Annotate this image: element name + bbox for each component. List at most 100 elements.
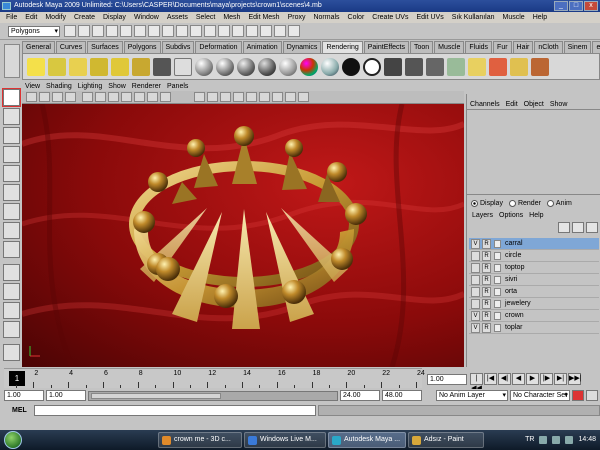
layer-visibility-toggle[interactable]: V xyxy=(471,239,480,249)
two-pane-layout-icon[interactable] xyxy=(3,302,20,319)
go-to-end-button[interactable]: ▶▶| xyxy=(568,373,582,385)
layer-visibility-toggle[interactable]: V xyxy=(471,311,480,321)
vp-menu-view[interactable]: View xyxy=(22,82,43,91)
time-slider[interactable]: 1 2 4 6 8 10 12 14 16 18 20 22 24 xyxy=(4,368,425,388)
menu-create-uvs[interactable]: Create UVs xyxy=(368,12,412,23)
field-chart-icon[interactable] xyxy=(134,92,145,102)
layer-reference-toggle[interactable]: R xyxy=(482,239,491,249)
play-backwards-button[interactable]: ◀ xyxy=(512,373,525,385)
layer-visibility-toggle[interactable] xyxy=(471,275,480,285)
safe-title-icon[interactable] xyxy=(160,92,171,102)
character-set-select[interactable]: No Character Set xyxy=(510,390,570,401)
menu-proxy[interactable]: Proxy xyxy=(284,12,310,23)
layer-color-swatch[interactable] xyxy=(494,264,501,272)
rotate-tool-icon[interactable] xyxy=(3,165,20,182)
layer-reference-toggle[interactable]: R xyxy=(482,323,491,333)
volume-icon[interactable] xyxy=(552,436,561,444)
current-frame-marker[interactable]: 1 xyxy=(9,371,25,386)
layer-visibility-toggle[interactable] xyxy=(471,287,480,297)
render-settings-icon[interactable] xyxy=(260,25,272,37)
select-object-icon[interactable] xyxy=(120,25,132,37)
isolate-select-icon[interactable] xyxy=(298,92,309,102)
move-layer-icon[interactable] xyxy=(586,222,598,233)
layer-row[interactable]: V R carral xyxy=(469,238,599,250)
image-plane-icon[interactable] xyxy=(65,92,76,102)
taskbar-item[interactable]: Windows Live M... xyxy=(244,432,326,448)
batch-render-icon[interactable] xyxy=(426,58,444,76)
step-forward-key-button[interactable]: |▶ xyxy=(540,373,553,385)
start-button[interactable] xyxy=(4,431,22,449)
menu-color[interactable]: Color xyxy=(344,12,369,23)
tab-fluids[interactable]: Fluids xyxy=(465,41,493,53)
animation-end-field[interactable]: 48.00 xyxy=(382,390,422,401)
close-button[interactable]: x xyxy=(584,1,598,11)
maximize-button[interactable]: □ xyxy=(569,1,583,11)
command-input[interactable] xyxy=(34,405,316,416)
menu-normals[interactable]: Normals xyxy=(309,12,343,23)
gate-mask-icon[interactable] xyxy=(121,92,132,102)
tab-surfaces[interactable]: Surfaces xyxy=(87,41,123,53)
layer-row[interactable]: R orta xyxy=(469,286,599,298)
lambert-shader-icon[interactable] xyxy=(195,58,213,76)
layer-color-swatch[interactable] xyxy=(494,312,501,320)
layer-visibility-toggle[interactable]: V xyxy=(471,323,480,333)
tab-animation[interactable]: Animation xyxy=(242,41,282,53)
layer-menu-options[interactable]: Options xyxy=(496,211,526,221)
snap-plane-icon[interactable] xyxy=(190,25,202,37)
scale-tool-icon[interactable] xyxy=(3,184,20,201)
new-scene-icon[interactable] xyxy=(64,25,76,37)
history-icon[interactable] xyxy=(204,25,216,37)
menu-display[interactable]: Display xyxy=(99,12,130,23)
cb-menu-channels[interactable]: Channels xyxy=(467,100,503,109)
layer-mode-anim[interactable]: Anim xyxy=(546,199,572,208)
snap-curve-icon[interactable] xyxy=(162,25,174,37)
current-time-field[interactable]: 1.00 xyxy=(427,374,467,385)
menu-file[interactable]: File xyxy=(2,12,21,23)
layer-mode-display[interactable]: Display xyxy=(471,199,503,208)
vp-menu-renderer[interactable]: Renderer xyxy=(129,82,164,91)
layer-row[interactable]: R toptop xyxy=(469,262,599,274)
taskbar-item[interactable]: Adsız - Paint xyxy=(408,432,484,448)
step-back-key-button[interactable]: ◀| xyxy=(498,373,511,385)
layer-color-swatch[interactable] xyxy=(494,252,501,260)
menu-create[interactable]: Create xyxy=(70,12,99,23)
go-to-start-button[interactable]: |◀◀ xyxy=(470,373,483,392)
ramp-shader-icon[interactable] xyxy=(321,58,339,76)
taskbar-item[interactable]: Autodesk Maya ... xyxy=(328,432,406,448)
tab-curves[interactable]: Curves xyxy=(55,41,87,53)
tab-dynamics[interactable]: Dynamics xyxy=(282,41,322,53)
make-light-links-icon[interactable] xyxy=(510,58,528,76)
perspective-viewport[interactable] xyxy=(22,104,464,367)
safe-action-icon[interactable] xyxy=(147,92,158,102)
render-region-icon[interactable] xyxy=(405,58,423,76)
vp-menu-show[interactable]: Show xyxy=(105,82,129,91)
camera-select-icon[interactable] xyxy=(26,92,37,102)
layer-row[interactable]: V R crown xyxy=(469,310,599,322)
menu-modify[interactable]: Modify xyxy=(41,12,70,23)
playback-end-field[interactable]: 24.00 xyxy=(340,390,380,401)
layer-color-swatch[interactable] xyxy=(494,324,501,332)
anim-prefs-icon[interactable] xyxy=(586,390,598,401)
select-component-icon[interactable] xyxy=(134,25,146,37)
spot-light-icon[interactable] xyxy=(90,58,108,76)
directional-light-icon[interactable] xyxy=(48,58,66,76)
wireframe-on-shaded-icon[interactable] xyxy=(220,92,231,102)
range-slider[interactable] xyxy=(88,391,338,401)
snap-grid-icon[interactable] xyxy=(148,25,160,37)
ipr-render-icon[interactable] xyxy=(246,25,258,37)
wireframe-icon[interactable] xyxy=(194,92,205,102)
menu-edit-mesh[interactable]: Edit Mesh xyxy=(244,12,283,23)
tab-deformation[interactable]: Deformation xyxy=(195,41,242,53)
input-line-icon[interactable] xyxy=(274,25,286,37)
layer-row[interactable]: R jewelery xyxy=(469,298,599,310)
power-icon[interactable] xyxy=(565,436,574,444)
smooth-shade-icon[interactable] xyxy=(207,92,218,102)
new-layer-from-selected-icon[interactable] xyxy=(572,222,584,233)
move-tool-icon[interactable] xyxy=(3,146,20,163)
show-channelbox-icon[interactable] xyxy=(288,25,300,37)
layered-shader-icon[interactable] xyxy=(300,58,318,76)
layer-row[interactable]: V R toplar xyxy=(469,322,599,334)
playback-start-field[interactable]: 1.00 xyxy=(46,390,86,401)
menu-select[interactable]: Select xyxy=(192,12,219,23)
soft-mod-tool-icon[interactable] xyxy=(3,222,20,239)
